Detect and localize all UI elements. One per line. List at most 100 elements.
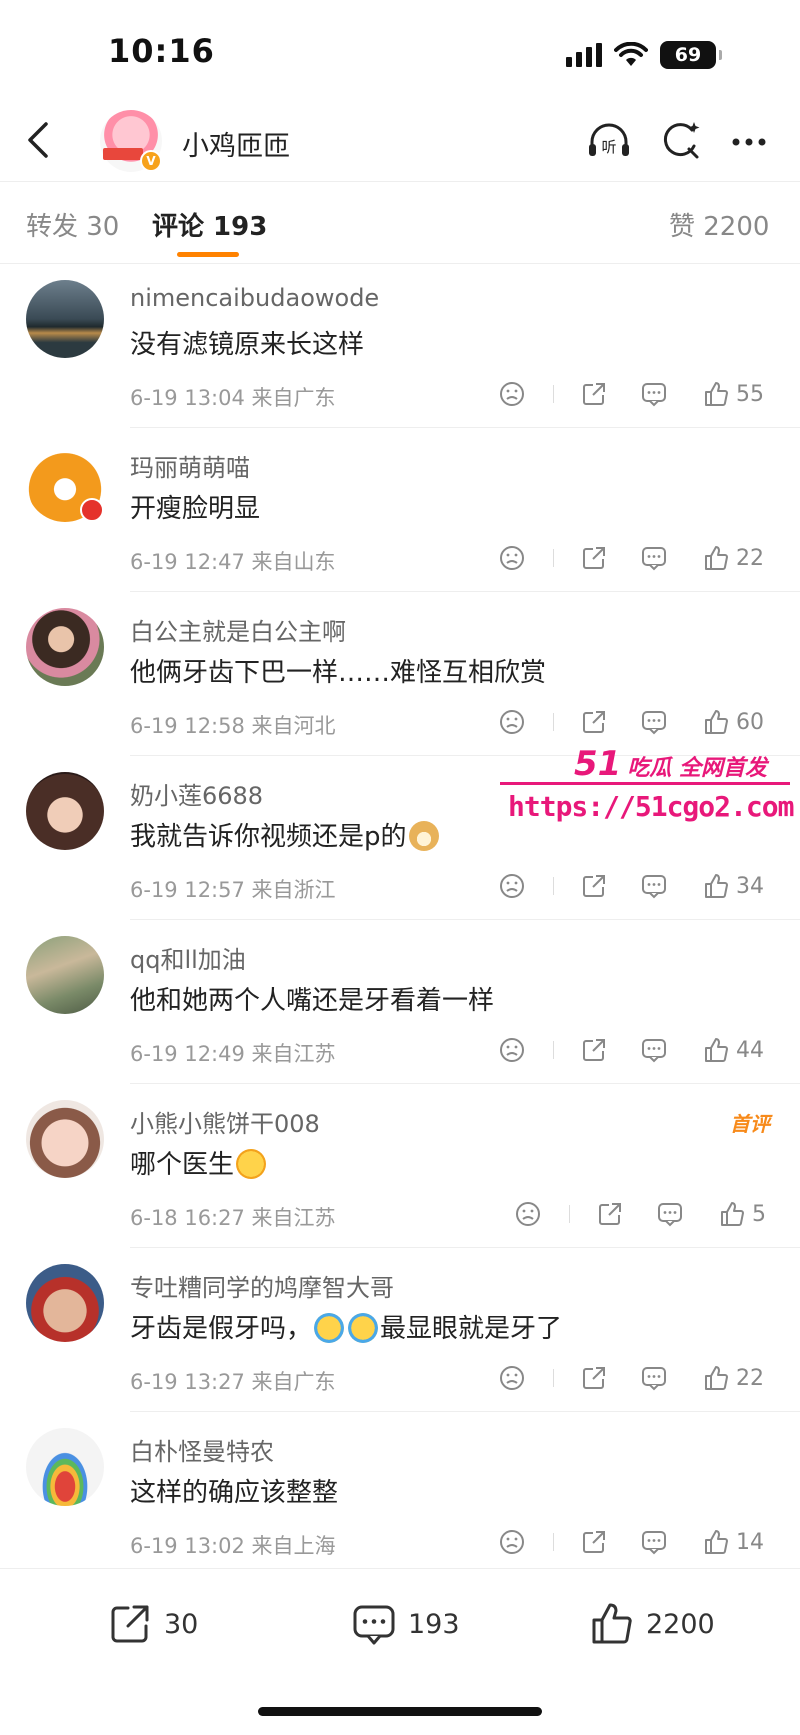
comment-username[interactable]: 白公主就是白公主啊 [130, 612, 346, 647]
like-icon [705, 710, 728, 734]
dislike-icon[interactable] [498, 868, 526, 904]
comment-text: 开瘦脸明显 [130, 494, 261, 524]
action-divider [553, 713, 554, 731]
like-button[interactable]: 34 [702, 868, 764, 904]
comment-text: 我就告诉你视频还是p的 [130, 816, 441, 853]
comment-username[interactable]: 玛丽萌萌喵 [130, 448, 250, 483]
comment-actions: 22 [498, 1360, 778, 1396]
dislike-icon[interactable] [498, 704, 526, 740]
back-icon[interactable] [18, 118, 62, 162]
reply-icon[interactable] [640, 868, 668, 904]
user-avatar[interactable] [26, 1100, 104, 1178]
share-icon[interactable] [580, 704, 608, 740]
post-tabs: 转发 30 评论 193 赞 2200 [0, 182, 800, 264]
comment-actions: 55 [498, 376, 778, 412]
share-icon[interactable] [580, 1032, 608, 1068]
like-button[interactable]: 22 [702, 540, 764, 576]
author-name[interactable]: 小鸡匝匝 [182, 124, 290, 163]
share-icon[interactable] [580, 868, 608, 904]
home-indicator[interactable] [258, 1707, 542, 1716]
user-avatar[interactable] [26, 608, 104, 686]
laugh-cry-emoji-icon [314, 1313, 345, 1343]
share-icon[interactable] [580, 540, 608, 576]
action-divider [553, 1041, 554, 1059]
like-button[interactable]: 44 [702, 1032, 764, 1068]
dislike-icon[interactable] [498, 376, 526, 412]
like-button[interactable]: 55 [702, 376, 764, 412]
like-icon [705, 1038, 728, 1062]
bottom-action-bar: 30 193 2200 [0, 1568, 800, 1678]
dislike-icon[interactable] [498, 1032, 526, 1068]
reply-icon[interactable] [640, 1524, 668, 1560]
dislike-icon[interactable] [498, 1524, 526, 1560]
like-count: 55 [736, 381, 764, 407]
action-divider [553, 549, 554, 567]
reply-icon[interactable] [640, 1360, 668, 1396]
like-icon [705, 1530, 728, 1554]
user-avatar[interactable] [26, 936, 104, 1014]
like-button[interactable]: 60 [702, 704, 764, 740]
like-count: 60 [736, 709, 764, 735]
reply-icon[interactable] [640, 704, 668, 740]
comment-meta: 6-19 12:47 来自山东 [130, 550, 336, 574]
listen-icon[interactable]: 听 [584, 116, 634, 166]
comment-item: 专吐糟同学的鸠摩智大哥 牙齿是假牙吗， 最显眼就是牙了 6-19 13:27 来自… [0, 1248, 800, 1412]
refresh-search-icon[interactable] [656, 116, 706, 166]
share-icon[interactable] [580, 376, 608, 412]
like-button[interactable]: 22 [702, 1360, 764, 1396]
like-count: 34 [736, 873, 764, 899]
reply-icon[interactable] [640, 376, 668, 412]
share-icon[interactable] [580, 1360, 608, 1396]
user-avatar[interactable] [26, 1428, 104, 1506]
comment-username[interactable]: nimencaibudaowode [130, 284, 379, 312]
like-count: 44 [736, 1037, 764, 1063]
tab-comments[interactable]: 评论 193 [152, 206, 267, 243]
dislike-icon[interactable] [514, 1196, 542, 1232]
laugh-cry-emoji-icon [348, 1313, 379, 1343]
watermark-url: https://51cgo2.com [508, 790, 794, 823]
tab-repost[interactable]: 转发 30 [26, 206, 119, 243]
comment-username[interactable]: qq和ll加油 [130, 940, 246, 975]
comment-meta: 6-19 12:58 来自河北 [130, 714, 336, 738]
comment-username[interactable]: 奶小莲6688 [130, 776, 263, 811]
dislike-icon[interactable] [498, 1360, 526, 1396]
like-icon [721, 1202, 744, 1226]
action-divider [569, 1205, 570, 1223]
comment-actions: 14 [498, 1524, 778, 1560]
reply-icon[interactable] [640, 540, 668, 576]
like-post-button[interactable]: 2200 [588, 1599, 715, 1649]
like-icon [705, 546, 728, 570]
action-divider [553, 1369, 554, 1387]
comment-item: 玛丽萌萌喵 开瘦脸明显 6-19 12:47 来自山东 22 [0, 428, 800, 592]
user-avatar[interactable] [26, 772, 104, 850]
share-icon[interactable] [580, 1524, 608, 1560]
user-avatar[interactable] [26, 1264, 104, 1342]
like-button[interactable]: 14 [702, 1524, 764, 1560]
comment-username[interactable]: 小熊小熊饼干008 [130, 1104, 320, 1139]
active-tab-indicator [177, 252, 239, 257]
thumbs-up-icon [592, 1603, 632, 1644]
avatar-badge [80, 498, 104, 522]
comment-username[interactable]: 专吐糟同学的鸠摩智大哥 [130, 1268, 394, 1303]
comment-text: 哪个医生 [130, 1144, 268, 1181]
comment-username[interactable]: 白朴怪曼特农 [130, 1432, 274, 1467]
repost-button[interactable]: 30 [106, 1599, 198, 1649]
share-icon[interactable] [596, 1196, 624, 1232]
more-icon[interactable] [724, 116, 774, 166]
dislike-icon[interactable] [498, 540, 526, 576]
like-button[interactable]: 5 [718, 1196, 766, 1232]
comment-meta: 6-19 13:27 来自广东 [130, 1370, 336, 1394]
action-divider [553, 877, 554, 895]
comment-icon [353, 1605, 395, 1645]
comment-actions: 34 [498, 868, 778, 904]
tab-likes[interactable]: 赞 2200 [669, 206, 769, 243]
comment-actions: 22 [498, 540, 778, 576]
watermark-logo: 51 吃瓜 全网首发 [574, 744, 767, 784]
first-comment-badge: 首评 [730, 1112, 770, 1136]
comment-button[interactable]: 193 [350, 1599, 460, 1649]
reply-icon[interactable] [656, 1196, 684, 1232]
comment-list: nimencaibudaowode 没有滤镜原来长这样 6-19 13:04 来… [0, 264, 800, 1568]
reply-icon[interactable] [640, 1032, 668, 1068]
user-avatar[interactable] [26, 280, 104, 358]
avatar-tag [103, 148, 143, 160]
